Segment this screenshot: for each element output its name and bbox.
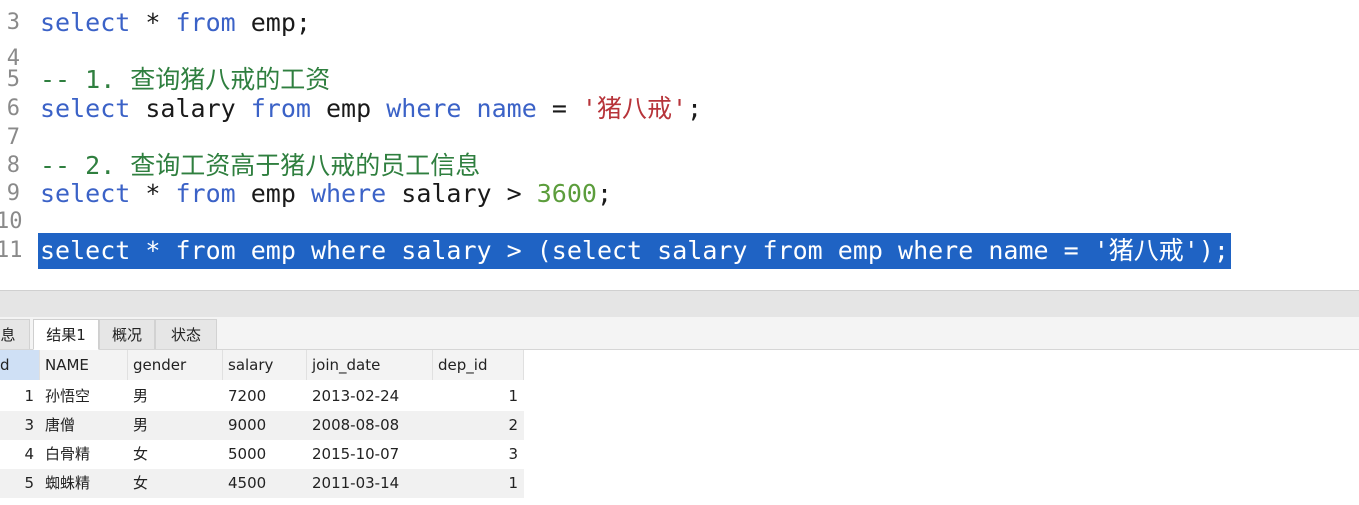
column-header-name[interactable]: NAME <box>40 350 128 380</box>
code-token: salary > ( <box>386 236 552 265</box>
code-token: -- 1. 查询猪八戒的工资 <box>40 65 331 94</box>
cell-salary[interactable]: 9000 <box>223 411 307 440</box>
code-token: emp <box>822 236 899 265</box>
code-token: emp; <box>235 8 311 37</box>
line-number: 3 <box>6 10 20 35</box>
code-token: select <box>551 236 643 265</box>
code-token: from <box>175 8 236 37</box>
column-header-dep-id[interactable]: dep_id <box>433 350 524 380</box>
code-token: ; <box>687 94 703 123</box>
column-header-gender[interactable]: gender <box>128 350 223 380</box>
cell-id[interactable]: 3 <box>0 411 40 440</box>
code-token: = <box>536 94 582 123</box>
code-token: '猪八戒' <box>581 94 688 123</box>
code-token: salary <box>130 94 251 123</box>
code-token: name <box>476 94 537 123</box>
result-tabbar: 息 结果1 概况 状态 <box>0 317 1359 350</box>
code-token: ); <box>1198 236 1229 265</box>
cell-join-date[interactable]: 2015-10-07 <box>307 440 433 469</box>
sql-editor[interactable]: 3 select * from emp; 4 5 -- 1. 查询猪八戒的工资 6 sele… <box>0 0 1359 290</box>
cell-gender[interactable]: 男 <box>128 382 223 411</box>
line-number: 11 <box>0 238 23 263</box>
cell-id[interactable]: 4 <box>0 440 40 469</box>
code-token: where <box>898 236 974 265</box>
cell-dep-id[interactable]: 3 <box>433 440 524 469</box>
code-token: from <box>250 94 311 123</box>
code-token: emp <box>310 94 387 123</box>
column-header-salary[interactable]: salary <box>223 350 307 380</box>
cell-name[interactable]: 孙悟空 <box>40 382 128 411</box>
cell-id[interactable]: 1 <box>0 382 40 411</box>
code-token: '猪八戒' <box>1093 236 1199 265</box>
code-token: select <box>40 8 131 37</box>
code-line[interactable]: 3 select * from emp; <box>0 5 1359 41</box>
code-token: select <box>40 236 131 265</box>
code-text: select * from emp; <box>40 5 311 41</box>
pane-splitter[interactable] <box>0 290 1359 318</box>
code-token: where <box>386 94 462 123</box>
code-token: * <box>130 236 176 265</box>
code-token: emp <box>235 236 311 265</box>
cell-gender[interactable]: 女 <box>128 440 223 469</box>
cell-gender[interactable]: 男 <box>128 411 223 440</box>
cell-join-date[interactable]: 2011-03-14 <box>307 469 433 498</box>
code-token: from <box>175 236 236 265</box>
cell-salary[interactable]: 5000 <box>223 440 307 469</box>
cell-dep-id[interactable]: 1 <box>433 469 524 498</box>
tab-result-1[interactable]: 结果1 <box>33 319 99 350</box>
code-token: name <box>988 236 1049 265</box>
cell-dep-id[interactable]: 1 <box>433 382 524 411</box>
cell-dep-id[interactable]: 2 <box>433 411 524 440</box>
cell-join-date[interactable]: 2008-08-08 <box>307 411 433 440</box>
column-header-join-date[interactable]: join_date <box>307 350 433 380</box>
tab-status[interactable]: 状态 <box>155 319 217 349</box>
cell-id[interactable]: 5 <box>0 469 40 498</box>
column-header-id[interactable]: d <box>0 350 40 380</box>
cell-name[interactable]: 唐僧 <box>40 411 128 440</box>
cell-name[interactable]: 蜘蛛精 <box>40 469 128 498</box>
code-token: select <box>40 94 131 123</box>
code-token: where <box>310 236 387 265</box>
cell-salary[interactable]: 7200 <box>223 382 307 411</box>
code-line[interactable]: 11 select * from emp where salary > (sele… <box>0 233 1359 269</box>
tab-overview[interactable]: 概况 <box>99 319 155 349</box>
selected-code: select * from emp where salary > (select… <box>38 233 1231 269</box>
code-token: salary <box>642 236 763 265</box>
cell-gender[interactable]: 女 <box>128 469 223 498</box>
code-token: * <box>130 8 176 37</box>
tab-message[interactable]: 息 <box>0 319 30 349</box>
code-token: = <box>1048 236 1094 265</box>
cell-join-date[interactable]: 2013-02-24 <box>307 382 433 411</box>
code-token: from <box>762 236 823 265</box>
cell-name[interactable]: 白骨精 <box>40 440 128 469</box>
cell-salary[interactable]: 4500 <box>223 469 307 498</box>
